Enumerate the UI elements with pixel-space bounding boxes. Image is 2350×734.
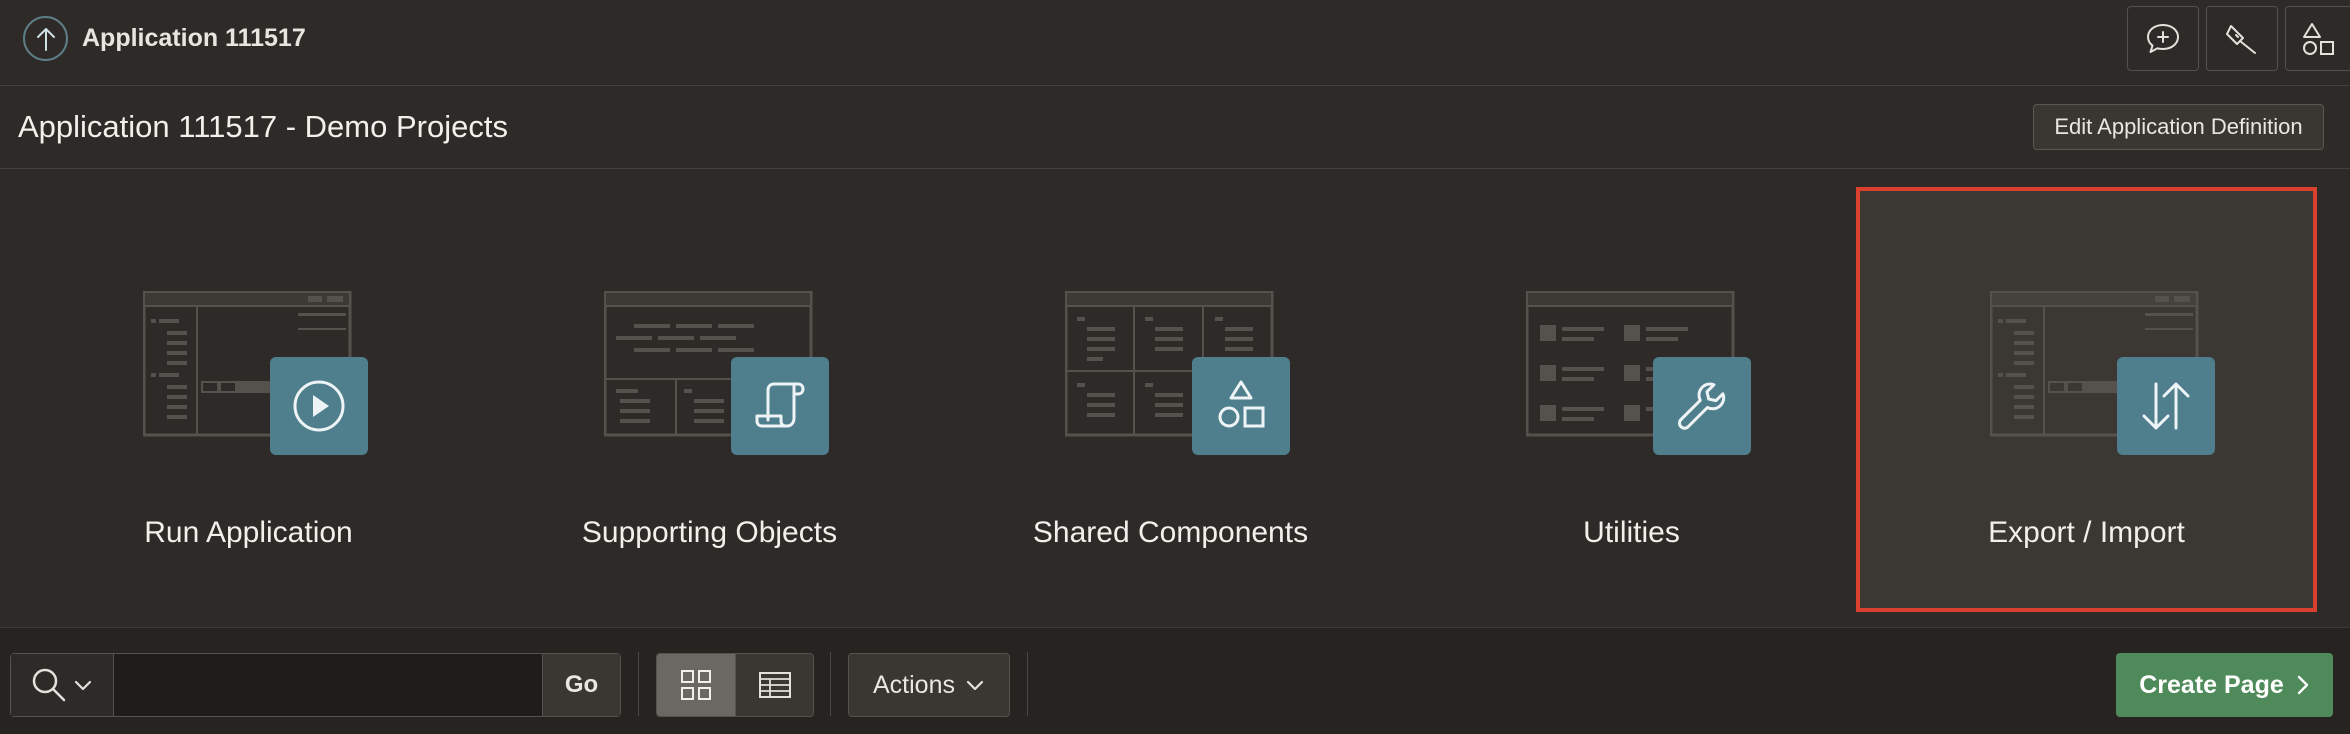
chevron-down-icon xyxy=(966,680,984,691)
toolbar-divider xyxy=(1027,652,1028,716)
toolbar-divider xyxy=(638,652,639,716)
developer-toolbar-icon xyxy=(2226,24,2256,54)
feedback-button[interactable] xyxy=(2127,6,2199,71)
application-breadcrumb[interactable]: Application 111517 xyxy=(82,24,306,53)
bottom-toolbar: Go Actions Create Page xyxy=(0,627,2350,734)
tile-label: Supporting Objects xyxy=(581,516,838,549)
tile-shared-components[interactable]: Shared Components xyxy=(940,170,1401,627)
shared-components-button[interactable] xyxy=(2285,6,2350,71)
export-import-badge xyxy=(2117,357,2215,455)
shared-components-badge xyxy=(1192,357,1290,455)
tile-label: Run Application xyxy=(144,516,353,549)
tile-label: Export / Import xyxy=(1988,516,2185,549)
top-bar: Application 111517 xyxy=(0,0,2350,86)
scroll-icon xyxy=(755,382,805,428)
toolbar-divider xyxy=(830,652,831,716)
view-toggle-group xyxy=(656,653,814,717)
icon-view-button[interactable] xyxy=(657,654,735,716)
tile-label: Utilities xyxy=(1583,516,1680,549)
create-page-label: Create Page xyxy=(2139,670,2284,699)
run-badge xyxy=(270,357,368,455)
wrench-icon xyxy=(1678,382,1726,430)
edit-application-definition-button[interactable]: Edit Application Definition xyxy=(2033,104,2324,150)
title-band: Application 111517 - Demo Projects Edit … xyxy=(0,87,2350,169)
supporting-objects-badge xyxy=(731,357,829,455)
tile-utilities[interactable]: Utilities xyxy=(1401,170,1862,627)
actions-menu-button[interactable]: Actions xyxy=(848,653,1010,717)
arrow-up-icon xyxy=(36,27,55,51)
go-button[interactable]: Go xyxy=(542,654,620,716)
arrows-up-down-icon xyxy=(2142,382,2190,430)
report-view-button[interactable] xyxy=(735,654,813,716)
chevron-right-icon xyxy=(2297,675,2308,695)
tile-run-application[interactable]: Run Application xyxy=(18,170,479,627)
grid-icon xyxy=(681,670,711,700)
actions-label: Actions xyxy=(873,670,955,699)
chevron-down-icon xyxy=(74,680,92,691)
search-column-toggle[interactable] xyxy=(11,654,114,716)
up-arrow-button[interactable] xyxy=(23,16,68,61)
utilities-badge xyxy=(1653,357,1751,455)
create-page-button[interactable]: Create Page xyxy=(2116,653,2333,717)
app-builder-page: Application 111517 Application 111517 - … xyxy=(0,0,2350,734)
tiles-region: Run Application Supporting Objects Share… xyxy=(0,170,2350,627)
search-icon xyxy=(32,668,66,702)
tile-supporting-objects[interactable]: Supporting Objects xyxy=(479,170,940,627)
shapes-icon xyxy=(1218,380,1265,428)
play-icon xyxy=(293,380,345,432)
page-title: Application 111517 - Demo Projects xyxy=(18,109,508,144)
feedback-icon xyxy=(2147,23,2179,53)
developer-toolbar-button[interactable] xyxy=(2206,6,2278,71)
search-group: Go xyxy=(10,653,621,717)
tile-label: Shared Components xyxy=(1032,516,1309,549)
table-icon xyxy=(758,672,791,698)
search-input[interactable] xyxy=(114,654,542,716)
tile-export-import[interactable]: Export / Import xyxy=(1856,187,2317,612)
shared-components-icon xyxy=(2303,22,2334,55)
